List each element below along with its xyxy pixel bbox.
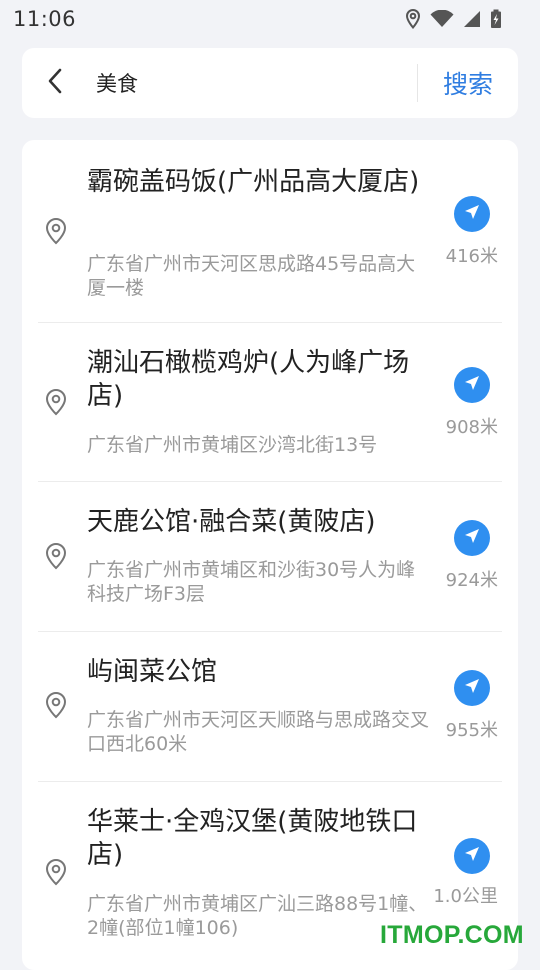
navigate-button[interactable]: [454, 838, 490, 874]
result-item[interactable]: 潮汕石橄榄鸡炉(人为峰广场店) 广东省广州市黄埔区沙湾北街13号 908米: [22, 323, 518, 482]
result-item[interactable]: 霸碗盖码饭(广州品高大厦店) 广东省广州市天河区思成路45号品高大厦一楼 416…: [22, 140, 518, 323]
result-name: 霸碗盖码饭(广州品高大厦店): [87, 167, 420, 197]
result-distance: 1.0公里: [433, 886, 498, 907]
chevron-left-icon: [47, 68, 63, 98]
search-button[interactable]: 搜索: [418, 48, 518, 118]
location-status-icon: [405, 9, 421, 29]
result-address: 广东省广州市天河区天顺路与思成路交叉口西北60米: [87, 709, 430, 755]
navigate-button[interactable]: [454, 196, 490, 232]
result-name: 华莱士·全鸡汉堡(黄陂地铁口店): [87, 807, 418, 870]
result-distance: 416米: [445, 246, 498, 267]
navigation-arrow-icon: [463, 845, 481, 867]
location-pin-icon: [44, 388, 68, 416]
results-list: 霸碗盖码饭(广州品高大厦店) 广东省广州市天河区思成路45号品高大厦一楼 416…: [22, 140, 518, 970]
result-distance: 908米: [445, 417, 498, 438]
navigate-button[interactable]: [454, 520, 490, 556]
result-name: 潮汕石橄榄鸡炉(人为峰广场店): [87, 348, 410, 411]
navigation-arrow-icon: [463, 203, 481, 225]
location-pin-icon: [44, 542, 68, 570]
result-name: 屿闽菜公馆: [87, 657, 218, 687]
search-bar: 搜索: [22, 48, 518, 118]
navigation-arrow-icon: [463, 527, 481, 549]
back-button[interactable]: [26, 48, 84, 118]
status-time: 11:06: [13, 7, 77, 31]
result-address: 广东省广州市天河区思成路45号品高大厦一楼: [87, 253, 416, 299]
result-distance: 924米: [445, 570, 498, 591]
result-name: 天鹿公馆·融合菜(黄陂店): [87, 507, 376, 537]
result-item[interactable]: 屿闽菜公馆 广东省广州市天河区天顺路与思成路交叉口西北60米 955米: [22, 632, 518, 782]
navigation-arrow-icon: [463, 677, 481, 699]
watermark: ITMOP.COM: [380, 921, 524, 949]
location-pin-icon: [44, 858, 68, 886]
result-address: 广东省广州市黄埔区沙湾北街13号: [87, 434, 378, 456]
navigate-button[interactable]: [454, 367, 490, 403]
result-distance: 955米: [445, 720, 498, 741]
navigate-button[interactable]: [454, 670, 490, 706]
result-item[interactable]: 天鹿公馆·融合菜(黄陂店) 广东省广州市黄埔区和沙街30号人为峰科技广场F3层 …: [22, 482, 518, 632]
location-pin-icon: [44, 691, 68, 719]
navigation-arrow-icon: [463, 374, 481, 396]
location-pin-icon: [44, 217, 68, 245]
status-bar: 11:06: [0, 0, 540, 38]
search-input[interactable]: [84, 48, 417, 118]
battery-icon: [490, 9, 502, 29]
wifi-icon: [430, 10, 454, 28]
result-address: 广东省广州市黄埔区和沙街30号人为峰科技广场F3层: [87, 559, 416, 605]
status-icons: [405, 9, 502, 29]
cell-signal-icon: [463, 10, 481, 28]
